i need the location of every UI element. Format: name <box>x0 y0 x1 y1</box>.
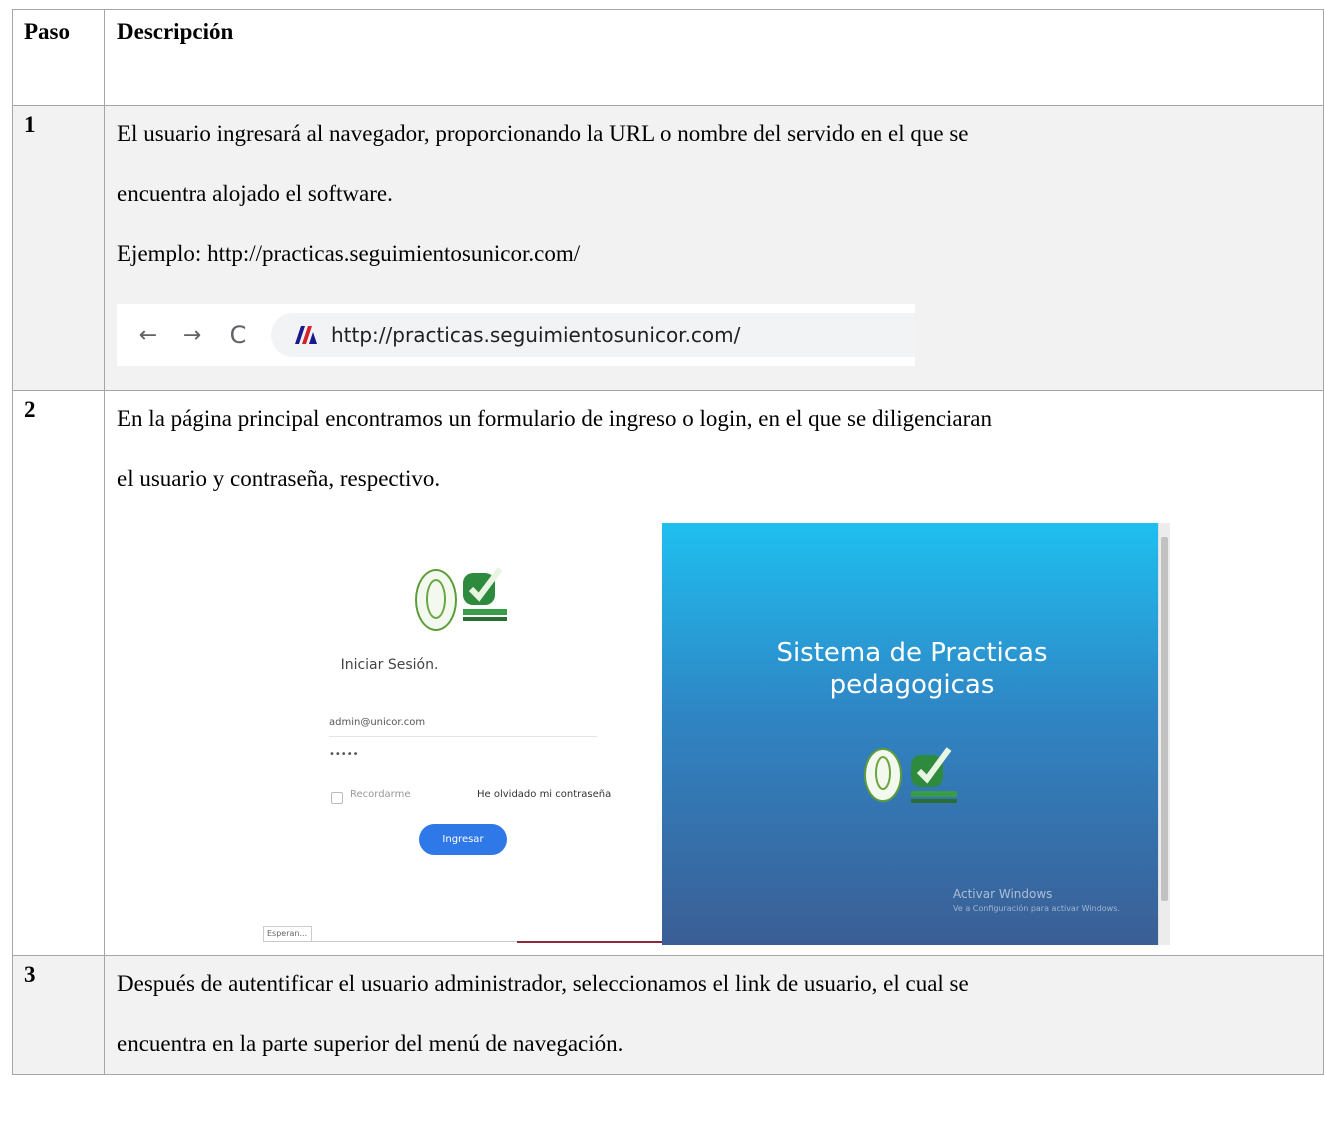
step-number: 1 <box>12 105 105 391</box>
forgot-password-link[interactable]: He olvidado mi contraseña <box>477 789 611 800</box>
description-line: el usuario y contraseña, respectivo. <box>117 466 441 491</box>
step-number: 3 <box>12 955 105 1075</box>
reload-icon: C <box>229 321 247 349</box>
remember-label: Recordarme <box>350 789 411 800</box>
hero-title: Sistema de Practicas pedagogicas <box>662 637 1162 701</box>
scrollbar[interactable] <box>1158 523 1170 945</box>
description-line: En la página principal encontramos un fo… <box>117 406 992 431</box>
arrow-left-icon: ← <box>138 322 158 348</box>
activate-windows-text: Activar Windows <box>953 887 1053 901</box>
header-row: Paso Descripción <box>12 9 1324 106</box>
login-button[interactable]: Ingresar <box>419 824 507 855</box>
step-description: El usuario ingresará al navegador, propo… <box>104 105 1324 391</box>
table-row: 3 Después de autentificar el usuario adm… <box>12 955 1324 1075</box>
header-step: Paso <box>12 9 105 106</box>
url-text: http://practicas.seguimientosunicor.com/ <box>331 323 741 347</box>
login-title: Iniciar Sesión. <box>340 657 439 673</box>
password-field[interactable]: ••••• <box>329 749 359 760</box>
email-field[interactable]: admin@unicor.com <box>329 717 425 728</box>
hero-logos-icon <box>864 747 957 803</box>
site-logo-icon <box>295 326 317 344</box>
table-row: 2 En la página principal encontramos un … <box>12 390 1324 956</box>
step-number: 2 <box>12 390 105 956</box>
activate-windows-subtext: Ve a Configuración para activar Windows. <box>953 904 1120 913</box>
remember-checkbox[interactable] <box>331 792 343 804</box>
arrow-right-icon: → <box>182 322 202 348</box>
description-line: El usuario ingresará al navegador, propo… <box>117 121 969 146</box>
field-divider <box>329 736 597 737</box>
hero-title-line: Sistema de Practicas <box>776 638 1048 668</box>
description-line: encuentra en la parte superior del menú … <box>117 1031 624 1056</box>
scroll-thumb[interactable] <box>1161 537 1168 901</box>
url-field: http://practicas.seguimientosunicor.com/ <box>271 313 915 357</box>
divider <box>517 941 662 943</box>
hero-title-line: pedagogicas <box>829 670 995 700</box>
steps-table: Paso Descripción 1 El usuario ingresará … <box>12 9 1324 1075</box>
description-line: encuentra alojado el software. <box>117 181 393 206</box>
status-text: Esperan... <box>263 926 312 942</box>
browser-address-bar: ← → C http://practicas.seguimientosunico… <box>117 304 915 366</box>
header-description: Descripción <box>104 9 1324 106</box>
accreditation-logo-icon <box>463 567 507 621</box>
login-screenshot: Iniciar Sesión. admin@unicor.com ••••• R… <box>117 523 1185 945</box>
university-seal-icon <box>415 569 457 631</box>
hero-pane: Sistema de Practicas pedagogicas Activar… <box>662 523 1158 945</box>
step-description: Después de autentificar el usuario admin… <box>104 955 1324 1075</box>
description-line: Después de autentificar el usuario admin… <box>117 971 969 996</box>
description-line: Ejemplo: http://practicas.seguimientosun… <box>117 241 581 266</box>
table-row: 1 El usuario ingresará al navegador, pro… <box>12 105 1324 391</box>
login-pane: Iniciar Sesión. admin@unicor.com ••••• R… <box>117 523 662 945</box>
step-description: En la página principal encontramos un fo… <box>104 390 1324 956</box>
